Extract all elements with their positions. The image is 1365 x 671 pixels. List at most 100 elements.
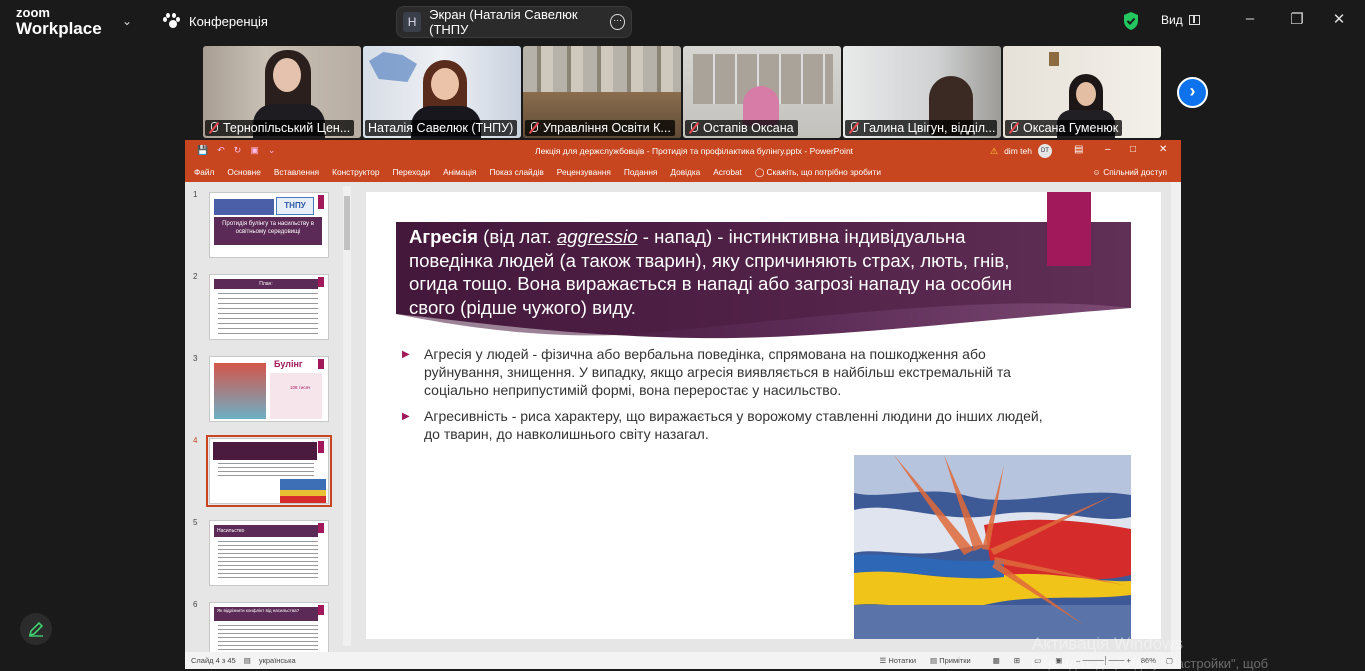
tab-insert[interactable]: Вставлення bbox=[274, 167, 319, 177]
participant-tile[interactable]: Галина Цвігун, відділ... bbox=[843, 46, 1001, 138]
presenter-avatar: Н bbox=[403, 12, 422, 32]
slide-thumbnail[interactable]: Насильство bbox=[209, 520, 329, 586]
slide-thumbnail-row[interactable]: 5 Насильство bbox=[193, 518, 333, 588]
mic-muted-icon bbox=[848, 122, 860, 134]
slide-sorter-icon[interactable]: ⊞ bbox=[1014, 656, 1020, 665]
participant-name: Управління Освіти К... bbox=[525, 120, 675, 136]
slide-thumbnail-row[interactable]: 3 Булінг 108 тисяч bbox=[193, 354, 333, 424]
customize-qat-icon[interactable]: ⌄ bbox=[268, 145, 276, 156]
slide-number: 1 bbox=[193, 190, 198, 199]
minimize-icon[interactable]: – bbox=[1238, 10, 1262, 27]
slide-thumbnail-selected[interactable] bbox=[206, 435, 332, 507]
thumb-title: План: bbox=[214, 279, 318, 289]
mic-muted-icon bbox=[1008, 122, 1020, 134]
warning-icon[interactable]: ⚠ bbox=[990, 146, 998, 157]
more-options-icon[interactable]: ··· bbox=[610, 14, 625, 30]
view-button[interactable]: Вид bbox=[1161, 13, 1200, 27]
zoom-logo-line1: zoom bbox=[16, 5, 50, 20]
slide-number: 6 bbox=[193, 600, 198, 609]
notes-icon: ☰ bbox=[879, 656, 887, 665]
next-participants-button[interactable]: › bbox=[1177, 77, 1208, 108]
slide-thumbnail-row[interactable]: 1 ТНПУ Протидія булінгу та насильству в … bbox=[193, 190, 333, 260]
meeting-info-button[interactable]: Конференція bbox=[163, 13, 268, 29]
view-label: Вид bbox=[1161, 13, 1183, 27]
share-button[interactable]: ☺ Спільний доступ bbox=[1092, 167, 1167, 177]
slide-thumbnail-row[interactable]: 2 План: bbox=[193, 272, 333, 342]
tab-acrobat[interactable]: Acrobat bbox=[713, 167, 742, 177]
tab-home[interactable]: Основне bbox=[227, 167, 260, 177]
slide-thumbnail[interactable]: ТНПУ Протидія булінгу та насильству в ос… bbox=[209, 192, 329, 258]
notes-button[interactable]: ☰ Нотатки bbox=[880, 656, 917, 665]
ppt-close-icon[interactable]: ✕ bbox=[1159, 144, 1167, 155]
ribbon-display-icon[interactable]: ▤ bbox=[1074, 144, 1083, 155]
chevron-down-icon[interactable]: ⌄ bbox=[122, 14, 132, 28]
tab-view[interactable]: Подання bbox=[624, 167, 658, 177]
participant-tile[interactable]: Тернопільський Цен... bbox=[203, 46, 361, 138]
ppt-title-bar: 💾 ↶ ↻ ▣ ⌄ Лекція для держслужбовців - Пр… bbox=[185, 140, 1181, 162]
participant-strip: Тернопільський Цен... Наталія Савелюк (Т… bbox=[203, 46, 1163, 138]
slide-number: 2 bbox=[193, 272, 198, 281]
language-label[interactable]: українська bbox=[259, 656, 296, 665]
undo-icon[interactable]: ↶ bbox=[217, 145, 225, 156]
security-shield-icon[interactable] bbox=[1122, 11, 1140, 31]
normal-view-icon[interactable]: ▦ bbox=[993, 656, 1000, 665]
ppt-ribbon-tabs: Файл Основне Вставлення Конструктор Пере… bbox=[185, 162, 1181, 182]
participant-tile-active[interactable]: Наталія Савелюк (ТНПУ) bbox=[363, 46, 521, 138]
comments-button[interactable]: ▤ Примітки bbox=[930, 656, 971, 665]
participant-name: Тернопільський Цен... bbox=[205, 120, 355, 136]
zoom-top-bar: zoom Workplace ⌄ Конференція Н Экран (На… bbox=[0, 0, 1365, 44]
participant-name: Галина Цвігун, відділ... bbox=[845, 120, 997, 136]
slideshow-icon[interactable]: ▣ bbox=[250, 145, 259, 156]
mic-muted-icon bbox=[528, 122, 540, 134]
user-avatar[interactable]: DT bbox=[1037, 144, 1052, 158]
thumbnails-scrollbar[interactable] bbox=[343, 186, 351, 646]
close-icon[interactable]: ✕ bbox=[1327, 10, 1351, 28]
thumb-title: Булінг bbox=[274, 359, 303, 369]
slide-thumbnail[interactable]: План: bbox=[209, 274, 329, 340]
participant-name: Остапів Оксана bbox=[685, 120, 798, 136]
tab-file[interactable]: Файл bbox=[194, 167, 214, 177]
slide-scrollbar[interactable] bbox=[1171, 182, 1181, 652]
redo-icon[interactable]: ↻ bbox=[234, 145, 242, 156]
tab-design[interactable]: Конструктор bbox=[332, 167, 379, 177]
ppt-user-area: ⚠ dim teh DT bbox=[990, 144, 1052, 158]
zoom-logo[interactable]: zoom Workplace bbox=[16, 6, 102, 37]
ppt-restore-icon[interactable]: □ bbox=[1130, 144, 1136, 155]
tab-review[interactable]: Рецензування bbox=[557, 167, 611, 177]
grid-view-icon bbox=[1188, 15, 1200, 25]
tab-help[interactable]: Довідка bbox=[670, 167, 700, 177]
thumb-stat: 108 тисяч bbox=[290, 385, 311, 390]
participant-name: Наталія Савелюк (ТНПУ) bbox=[365, 120, 517, 136]
tab-animations[interactable]: Анімація bbox=[443, 167, 476, 177]
tnpu-logo: ТНПУ bbox=[276, 197, 314, 215]
restore-icon[interactable]: ❐ bbox=[1285, 10, 1309, 28]
tab-slideshow[interactable]: Показ слайдів bbox=[489, 167, 543, 177]
participant-tile[interactable]: Управління Освіти К... bbox=[523, 46, 681, 138]
slide-number: 3 bbox=[193, 354, 198, 363]
screen-share-pill[interactable]: Н Экран (Наталія Савелюк (ТНПУ ··· bbox=[396, 6, 632, 38]
tell-me-box[interactable]: ◯ Скажіть, що потрібно зробити bbox=[755, 167, 881, 177]
participant-tile[interactable]: Остапів Оксана bbox=[683, 46, 841, 138]
save-icon[interactable]: 💾 bbox=[197, 145, 208, 156]
slide-thumbnail-row[interactable]: 4 bbox=[193, 435, 333, 507]
definition-term: Агресія bbox=[409, 226, 478, 247]
slide-number: 5 bbox=[193, 518, 198, 527]
definition-text: Агресія (від лат. aggressio - напад) - і… bbox=[409, 226, 1012, 318]
shared-powerpoint-window: 💾 ↶ ↻ ▣ ⌄ Лекція для держслужбовців - Пр… bbox=[185, 140, 1181, 669]
meeting-label: Конференція bbox=[189, 13, 268, 29]
annotate-pencil-button[interactable] bbox=[20, 613, 52, 645]
bullet-list: Агресія у людей - фізична або вербальна … bbox=[402, 345, 1062, 451]
slide-number: 4 bbox=[193, 436, 198, 445]
tab-transitions[interactable]: Переходи bbox=[392, 167, 430, 177]
thumb-title: Насильство bbox=[214, 525, 318, 537]
participant-tile[interactable]: Оксана Гуменюк bbox=[1003, 46, 1161, 138]
thumb-title: Як відрізнити конфлікт від насильства? bbox=[214, 607, 318, 621]
mic-muted-icon bbox=[208, 122, 220, 134]
ppt-minimize-icon[interactable]: – bbox=[1105, 144, 1111, 155]
slide-thumbnail[interactable]: Булінг 108 тисяч bbox=[209, 356, 329, 422]
spell-check-icon[interactable]: ▤ bbox=[244, 656, 251, 665]
latin-term: aggressio bbox=[556, 226, 638, 247]
bullet-item: Агресивність - риса характеру, що виража… bbox=[402, 407, 1062, 443]
zoom-window: zoom Workplace ⌄ Конференція Н Экран (На… bbox=[0, 0, 1365, 671]
current-slide[interactable]: Агресія (від лат. aggressio - напад) - і… bbox=[366, 192, 1161, 639]
